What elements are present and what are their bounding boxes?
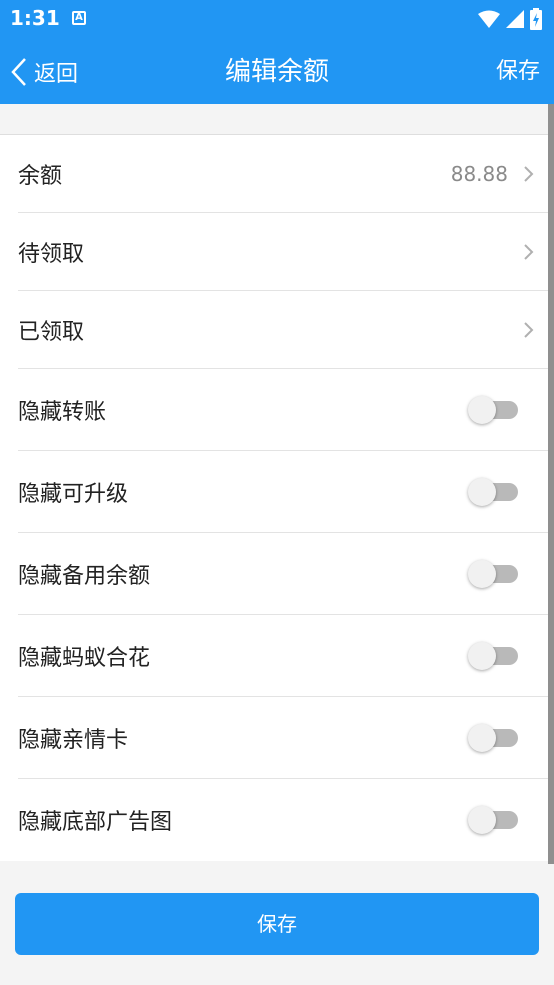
status-icons <box>478 8 542 30</box>
status-time: 1:31 <box>10 6 60 30</box>
row-label: 隐藏可升级 <box>18 481 129 507</box>
toggle-switch[interactable] <box>468 641 520 671</box>
scrollbar[interactable] <box>548 104 554 864</box>
chevron-right-icon <box>524 321 534 338</box>
row-label: 已领取 <box>18 319 85 345</box>
settings-row-toggle[interactable]: 隐藏亲情卡 <box>18 697 554 779</box>
settings-list: 余额 88.88 待领取已领取隐藏转账隐藏可升级隐藏备用余额 隐藏蚂蚁合花 隐藏亲情卡隐… <box>0 134 554 861</box>
settings-row-toggle[interactable]: 隐藏转账 <box>18 369 554 451</box>
toggle-thumb <box>468 806 496 834</box>
toggle-switch[interactable] <box>468 395 520 425</box>
app-bar: 返回 编辑余额 保存 <box>0 40 554 104</box>
notification-icon: A <box>72 11 86 25</box>
row-value: 88.88 <box>450 161 508 186</box>
chevron-right-icon <box>524 165 534 182</box>
wifi-icon <box>478 10 500 28</box>
row-label: 待领取 <box>18 241 85 267</box>
chevron-right-icon <box>524 243 534 260</box>
status-bar: 1:31 A <box>0 0 554 40</box>
toggle-thumb <box>468 559 496 588</box>
settings-row-toggle[interactable]: 隐藏蚂蚁合花 <box>18 615 554 697</box>
settings-row-nav[interactable]: 待领取 <box>18 213 554 291</box>
row-label: 隐藏转账 <box>18 399 107 425</box>
save-button[interactable]: 保存 <box>15 893 539 955</box>
toggle-thumb <box>468 395 496 424</box>
settings-row-nav[interactable]: 余额 88.88 <box>18 135 554 213</box>
toggle-switch[interactable] <box>468 559 520 589</box>
row-label: 余额 <box>18 163 63 189</box>
settings-row-toggle[interactable]: 隐藏可升级 <box>18 451 554 533</box>
row-label: 隐藏亲情卡 <box>18 727 129 753</box>
row-label: 隐藏备用余额 <box>18 563 151 589</box>
toggle-thumb <box>468 723 496 752</box>
toggle-switch[interactable] <box>468 723 520 753</box>
toggle-thumb <box>468 641 496 670</box>
toggle-switch[interactable] <box>468 805 520 835</box>
save-button-top[interactable]: 保存 <box>496 40 540 104</box>
toggle-switch[interactable] <box>468 477 520 507</box>
battery-icon <box>530 8 542 30</box>
signal-icon <box>506 10 524 28</box>
row-label: 隐藏底部广告图 <box>18 810 173 835</box>
toggle-thumb <box>468 477 496 506</box>
back-arrow-icon <box>11 58 26 86</box>
back-button[interactable]: 返回 <box>10 54 78 90</box>
back-label: 返回 <box>34 62 79 87</box>
row-label: 隐藏蚂蚁合花 <box>18 645 151 671</box>
settings-row-toggle[interactable]: 隐藏备用余额 <box>18 533 554 615</box>
page-title: 编辑余额 <box>224 57 329 87</box>
settings-row-toggle[interactable]: 隐藏底部广告图 <box>18 779 554 861</box>
settings-row-nav[interactable]: 已领取 <box>18 291 554 369</box>
